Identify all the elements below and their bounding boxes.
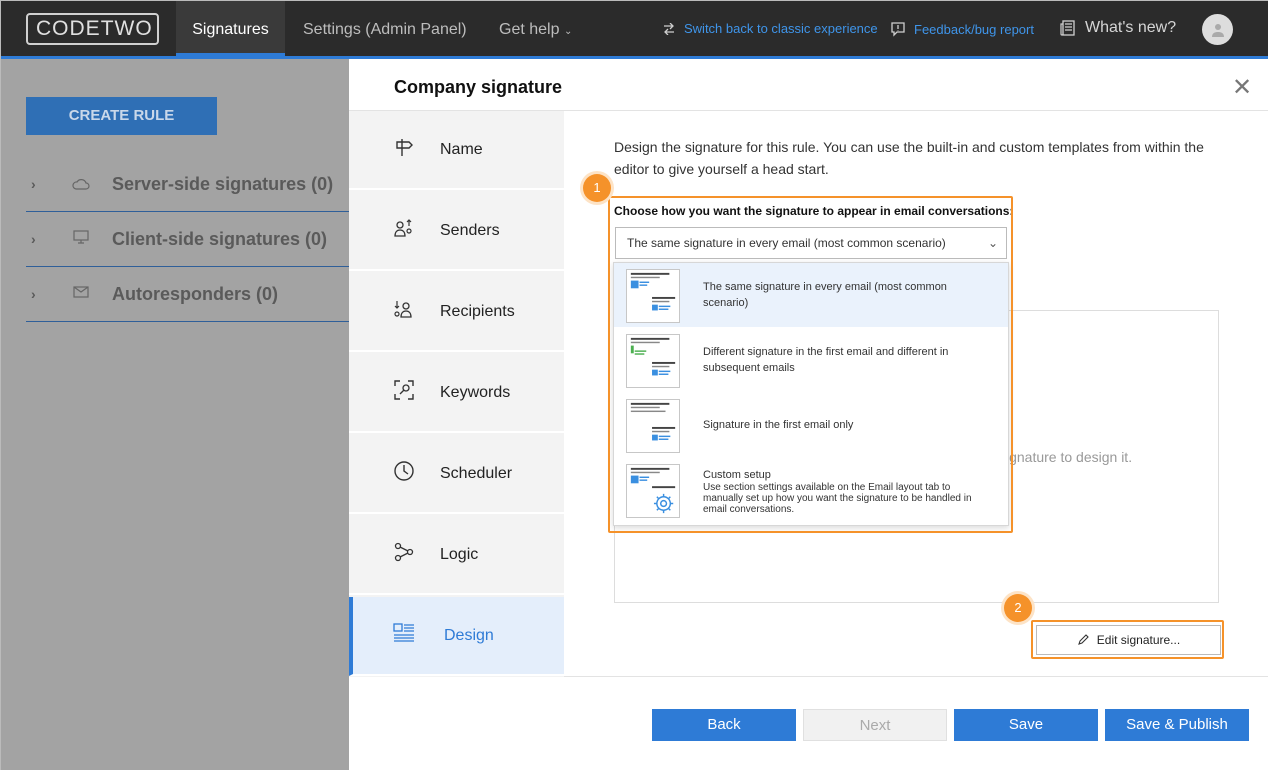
- logo-text-left: CODE: [36, 17, 101, 40]
- step-label: Recipients: [440, 302, 515, 320]
- step-recipients[interactable]: Recipients: [349, 273, 564, 352]
- feedback-icon: [891, 22, 905, 37]
- step-label: Scheduler: [440, 464, 513, 482]
- callout-badge-1: 1: [583, 174, 611, 202]
- step-label: Senders: [440, 221, 500, 239]
- switch-classic-label: Switch back to classic experience: [684, 21, 878, 36]
- mail-reply-icon: [72, 284, 112, 305]
- chevron-right-icon: ›: [31, 176, 36, 192]
- whats-new-label: What's new?: [1085, 19, 1177, 36]
- step-scheduler[interactable]: Scheduler: [349, 435, 564, 514]
- step-label: Name: [440, 140, 483, 158]
- senders-icon: [349, 217, 440, 244]
- rule-group-label: Autoresponders (0): [112, 283, 279, 304]
- create-rule-button[interactable]: CREATE RULE: [26, 97, 217, 135]
- rule-group-client-side[interactable]: › Client-side signatures (0): [26, 212, 349, 267]
- feedback-label: Feedback/bug report: [914, 21, 1034, 37]
- callout-highlight-1: [608, 196, 1013, 533]
- top-nav-bar: CODETWO Signatures Settings (Admin Panel…: [1, 1, 1268, 59]
- step-label: Design: [444, 626, 494, 644]
- save-publish-button[interactable]: Save & Publish: [1105, 709, 1249, 741]
- logic-icon: [349, 541, 440, 568]
- close-icon[interactable]: ✕: [1232, 76, 1252, 100]
- tab-get-help[interactable]: Get help ⌄: [499, 1, 572, 56]
- rule-group-autoresponders[interactable]: › Autoresponders (0): [26, 267, 349, 322]
- signpost-icon: [349, 136, 440, 163]
- codetwo-logo[interactable]: CODETWO: [26, 13, 159, 45]
- news-icon: [1060, 20, 1075, 36]
- callout-highlight-2: [1031, 620, 1224, 659]
- clock-icon: [349, 460, 440, 487]
- rule-group-server-side[interactable]: › Server-side signatures (0): [26, 157, 349, 212]
- chevron-right-icon: ›: [31, 231, 36, 247]
- rules-panel-background: CREATE RULE › Server-side signatures (0)…: [1, 59, 349, 770]
- whats-new-button[interactable]: What's new?: [1059, 19, 1176, 37]
- step-logic[interactable]: Logic: [349, 516, 564, 595]
- user-icon: [1211, 23, 1224, 37]
- chevron-right-icon: ›: [31, 286, 36, 302]
- wizard-steps: Name Senders Recipients Keywords Schedul…: [349, 111, 564, 677]
- switch-arrows-icon: [664, 22, 674, 35]
- step-label: Keywords: [440, 383, 511, 401]
- keywords-icon: [349, 379, 440, 406]
- next-button[interactable]: Next: [803, 709, 947, 741]
- step-label: Logic: [440, 545, 479, 563]
- step-keywords[interactable]: Keywords: [349, 354, 564, 433]
- divider: [564, 676, 1268, 677]
- recipients-icon: [349, 298, 440, 325]
- tab-settings[interactable]: Settings (Admin Panel): [303, 1, 467, 56]
- save-button[interactable]: Save: [954, 709, 1098, 741]
- design-layout-icon: [353, 622, 444, 649]
- step-senders[interactable]: Senders: [349, 192, 564, 271]
- logo-text-right: TWO: [100, 17, 153, 40]
- feedback-link[interactable]: Feedback/bug report: [890, 21, 1034, 37]
- company-signature-modal: Company signature ✕ Name Senders Recipie…: [349, 59, 1268, 770]
- cloud-icon: [72, 174, 112, 195]
- tab-signatures[interactable]: Signatures: [176, 1, 285, 56]
- rule-group-label: Client-side signatures (0): [112, 228, 328, 249]
- rule-group-label: Server-side signatures (0): [112, 173, 334, 194]
- chevron-down-icon: ⌄: [563, 26, 573, 37]
- avatar[interactable]: [1202, 14, 1233, 45]
- tab-get-help-label: Get help: [499, 21, 560, 38]
- callout-badge-2: 2: [1004, 594, 1032, 622]
- back-button[interactable]: Back: [652, 709, 796, 741]
- step-name[interactable]: Name: [349, 111, 564, 190]
- design-intro-text: Design the signature for this rule. You …: [614, 139, 1204, 177]
- step-design[interactable]: Design: [349, 597, 564, 676]
- monitor-icon: [72, 229, 112, 250]
- switch-classic-link[interactable]: Switch back to classic experience: [662, 21, 878, 36]
- preview-hint-text: ignature to design it.: [1006, 449, 1133, 465]
- modal-title: Company signature: [394, 77, 563, 97]
